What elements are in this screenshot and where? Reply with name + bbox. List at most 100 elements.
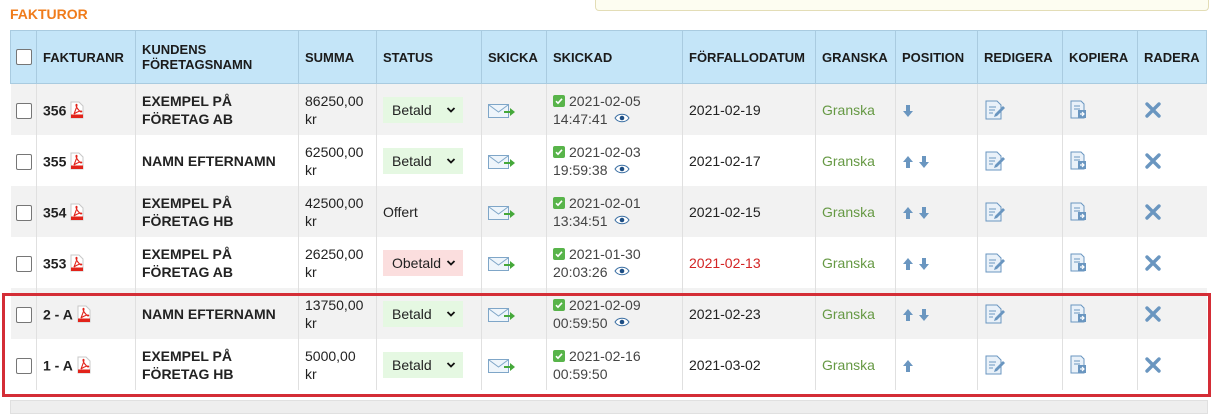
sent-time: 20:03:26 — [553, 263, 608, 280]
edit-icon[interactable] — [984, 304, 1006, 324]
copy-icon[interactable] — [1069, 151, 1091, 171]
review-link[interactable]: Granska — [822, 153, 875, 169]
eye-icon — [613, 317, 630, 326]
row-checkbox[interactable] — [15, 357, 32, 374]
send-cell — [481, 135, 547, 186]
send-cell — [481, 339, 547, 390]
eye-icon — [613, 113, 630, 122]
header-company[interactable]: KUNDENS FÖRETAGSNAMN — [135, 30, 299, 84]
delete-x-icon[interactable] — [1144, 305, 1162, 323]
arrow-up-icon[interactable] — [902, 308, 914, 322]
send-mail-icon[interactable] — [488, 358, 516, 374]
row-checkbox[interactable] — [15, 153, 32, 170]
review-link[interactable]: Granska — [822, 306, 875, 322]
status-select[interactable]: Betald — [383, 351, 463, 378]
delete-x-icon[interactable] — [1144, 152, 1162, 170]
invoice-sum: 26250,00 kr — [298, 237, 377, 288]
row-checkbox[interactable] — [15, 306, 32, 323]
row-checkbox[interactable] — [15, 255, 32, 272]
review-cell: Granska — [815, 237, 896, 288]
pdf-icon[interactable] — [69, 203, 85, 221]
chevron-down-icon — [446, 361, 456, 368]
notice-box — [595, 0, 1209, 11]
arrow-down-icon[interactable] — [918, 155, 930, 169]
header-position: POSITION — [895, 30, 978, 84]
sent-date: 2021-02-09 — [569, 296, 641, 313]
copy-cell — [1062, 186, 1138, 237]
status-select[interactable]: Betald — [383, 147, 463, 174]
check-icon — [553, 349, 565, 362]
arrow-up-icon[interactable] — [902, 206, 914, 220]
company-name: EXEMPEL PÅ FÖRETAG HB — [135, 339, 299, 390]
header-copy: KOPIERA — [1062, 30, 1138, 84]
invoice-number-cell: 356 — [36, 83, 136, 135]
copy-icon[interactable] — [1069, 202, 1091, 222]
send-mail-icon[interactable] — [488, 103, 516, 119]
company-name: EXEMPEL PÅ FÖRETAG HB — [135, 186, 299, 237]
review-link[interactable]: Granska — [822, 357, 875, 373]
delete-cell — [1137, 135, 1207, 186]
sent-date: 2021-01-30 — [569, 245, 641, 262]
copy-icon[interactable] — [1069, 304, 1091, 324]
status-select[interactable]: Obetald — [383, 249, 463, 276]
send-mail-icon[interactable] — [488, 205, 516, 221]
check-icon — [553, 298, 565, 311]
header-status[interactable]: STATUS — [376, 30, 482, 84]
send-cell — [481, 237, 547, 288]
status-cell: Offert — [376, 186, 482, 237]
review-link[interactable]: Granska — [822, 102, 875, 118]
arrow-down-icon[interactable] — [918, 206, 930, 220]
arrow-up-icon[interactable] — [902, 359, 914, 373]
sent-cell: 2021-02-01 13:34:51 — [546, 186, 683, 237]
send-mail-icon[interactable] — [488, 307, 516, 323]
table-row: 356 EXEMPEL PÅ FÖRETAG AB 86250,00 kr Be… — [10, 83, 1207, 135]
review-link[interactable]: Granska — [822, 255, 875, 271]
invoice-number: 353 — [43, 255, 67, 272]
status-select[interactable]: Betald — [383, 96, 463, 123]
arrow-up-icon[interactable] — [902, 257, 914, 271]
review-link[interactable]: Granska — [822, 204, 875, 220]
pdf-icon[interactable] — [69, 254, 85, 272]
arrow-down-icon[interactable] — [918, 308, 930, 322]
copy-icon[interactable] — [1069, 355, 1091, 375]
header-due[interactable]: FÖRFALLODATUM — [682, 30, 816, 84]
edit-icon[interactable] — [984, 202, 1006, 222]
copy-icon[interactable] — [1069, 100, 1091, 120]
arrow-down-icon[interactable] — [918, 257, 930, 271]
row-checkbox[interactable] — [15, 204, 32, 221]
delete-cell — [1137, 288, 1207, 339]
delete-x-icon[interactable] — [1144, 101, 1162, 119]
delete-x-icon[interactable] — [1144, 356, 1162, 374]
status-text: Offert — [383, 203, 418, 220]
delete-x-icon[interactable] — [1144, 203, 1162, 221]
pdf-icon[interactable] — [76, 305, 92, 323]
delete-cell — [1137, 186, 1207, 237]
pdf-icon[interactable] — [69, 101, 85, 119]
header-delete: RADERA — [1137, 30, 1207, 84]
edit-icon[interactable] — [984, 355, 1006, 375]
delete-x-icon[interactable] — [1144, 254, 1162, 272]
select-all-checkbox[interactable] — [16, 49, 32, 66]
company-name: NAMN EFTERNAMN — [135, 135, 299, 186]
copy-cell — [1062, 237, 1138, 288]
send-mail-icon[interactable] — [488, 256, 516, 272]
edit-icon[interactable] — [984, 100, 1006, 120]
pdf-icon[interactable] — [76, 356, 92, 374]
copy-icon[interactable] — [1069, 253, 1091, 273]
status-select[interactable]: Betald — [383, 300, 463, 327]
header-sum[interactable]: SUMMA — [298, 30, 377, 84]
header-sent[interactable]: SKICKAD — [546, 30, 683, 84]
invoice-number: 355 — [43, 153, 67, 170]
status-cell: Betald — [376, 135, 482, 186]
chevron-down-icon — [446, 310, 456, 317]
header-number[interactable]: FAKTURANR — [36, 30, 136, 84]
edit-icon[interactable] — [984, 151, 1006, 171]
row-checkbox[interactable] — [15, 102, 32, 119]
pdf-icon[interactable] — [69, 152, 85, 170]
review-cell: Granska — [815, 339, 896, 390]
delete-cell — [1137, 339, 1207, 390]
arrow-up-icon[interactable] — [902, 155, 914, 169]
arrow-down-icon[interactable] — [902, 104, 914, 118]
send-mail-icon[interactable] — [488, 154, 516, 170]
edit-icon[interactable] — [984, 253, 1006, 273]
